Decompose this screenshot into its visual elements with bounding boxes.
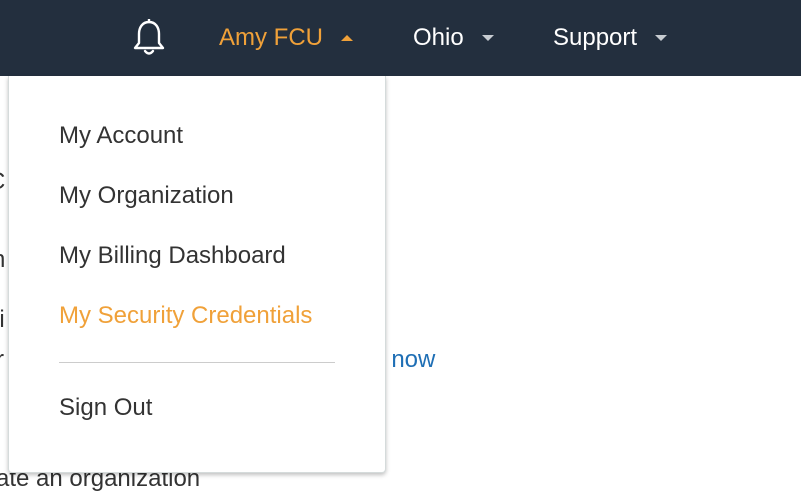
top-navigation-bar: Amy FCU Ohio Support: [0, 0, 801, 76]
bell-icon[interactable]: [131, 18, 167, 57]
account-menu-label: Amy FCU: [219, 24, 323, 51]
region-menu-button[interactable]: Ohio: [413, 0, 494, 76]
chevron-down-icon: [655, 35, 668, 41]
background-text-fragment: C: [0, 168, 5, 196]
chevron-up-icon: [341, 35, 353, 41]
menu-divider: [59, 362, 335, 363]
support-menu-button[interactable]: Support: [553, 0, 668, 76]
region-menu-label: Ohio: [413, 24, 464, 51]
support-menu-label: Support: [553, 24, 638, 51]
menu-item-my-security-credentials[interactable]: My Security Credentials: [59, 302, 312, 330]
menu-item-my-billing-dashboard[interactable]: My Billing Dashboard: [59, 242, 286, 270]
account-dropdown-menu: My Account My Organization My Billing Da…: [8, 76, 386, 473]
menu-item-my-account[interactable]: My Account: [59, 122, 183, 150]
menu-item-my-organization[interactable]: My Organization: [59, 182, 234, 210]
background-text-fragment: r: [0, 346, 4, 374]
background-text-fragment: hi: [0, 306, 5, 333]
sign-out-button[interactable]: Sign Out: [59, 394, 152, 422]
background-text-fragment: n: [0, 246, 5, 274]
account-menu-button[interactable]: Amy FCU: [219, 0, 353, 76]
chevron-down-icon: [481, 35, 494, 41]
